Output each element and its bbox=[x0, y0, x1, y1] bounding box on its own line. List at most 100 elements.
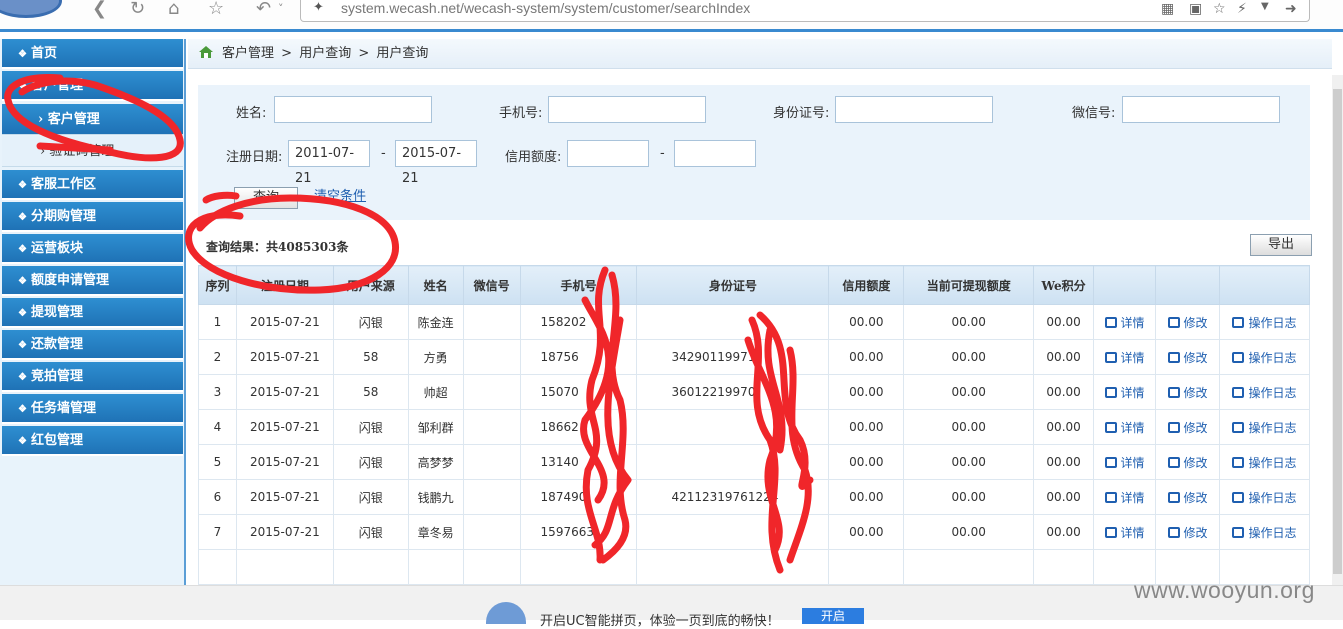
uc-enable-button[interactable]: 开启 bbox=[802, 608, 864, 624]
detail-link[interactable]: 详情 bbox=[1104, 386, 1145, 400]
edit-link[interactable]: 修改 bbox=[1167, 526, 1208, 540]
detail-link[interactable]: 详情 bbox=[1104, 350, 1145, 365]
scrollbar-thumb[interactable] bbox=[1333, 89, 1342, 574]
sidebar-item-installment[interactable]: ❖ 分期购管理 bbox=[2, 202, 183, 232]
operation-log-link[interactable]: 操作日志 bbox=[1232, 455, 1297, 470]
date-to-input[interactable]: 2015-07-21 bbox=[395, 140, 477, 186]
table-cell: 00.00 bbox=[828, 479, 905, 515]
breadcrumb-item[interactable]: 客户管理 bbox=[222, 46, 274, 61]
pencil-icon bbox=[1167, 386, 1180, 398]
table-cell: 13140 bbox=[519, 444, 638, 480]
export-button[interactable]: 导出 bbox=[1250, 234, 1312, 256]
table-cell: 2015-07-21 bbox=[235, 409, 334, 445]
detail-link[interactable]: 详情 bbox=[1104, 491, 1145, 505]
date-from-input[interactable]: 2011-07-21 bbox=[288, 140, 370, 186]
credit-min-input[interactable] bbox=[567, 140, 649, 167]
address-bar[interactable]: ✦ system.wecash.net/wecash-system/system… bbox=[300, 0, 1310, 22]
table-cell: 36012219970 bbox=[636, 374, 830, 410]
search-panel: 姓名: 手机号: 身份证号: 微信号: 注册日期: 2011-07-21 - 2… bbox=[198, 85, 1310, 220]
table-cell: 操作日志 bbox=[1218, 444, 1311, 480]
edit-link[interactable]: 修改 bbox=[1167, 420, 1208, 435]
id-number-input[interactable] bbox=[835, 96, 993, 123]
browser-toolbar: ❮ ↻ ⌂ ☆ ↶ ˅ ✦ system.wecash.net/wecash-s… bbox=[0, 0, 1343, 32]
log-icon bbox=[1232, 491, 1245, 503]
detail-link[interactable]: 详情 bbox=[1104, 421, 1145, 435]
sidebar-item-taskwall[interactable]: ❖ 任务墙管理 bbox=[2, 394, 183, 424]
breadcrumb-sep: > bbox=[358, 46, 370, 61]
table-cell: 章冬易 bbox=[407, 514, 464, 550]
table-cell: 详情 bbox=[1093, 514, 1157, 550]
home-icon[interactable]: ⌂ bbox=[168, 0, 179, 20]
sidebar-item-service[interactable]: ❖ 客服工作区 bbox=[2, 170, 183, 200]
sidebar-item-label: 客户管理 bbox=[47, 112, 100, 127]
forward-icon[interactable]: ➜ bbox=[1285, 1, 1297, 17]
column-header: 当前可提现额度 bbox=[903, 265, 1035, 305]
back-icon[interactable]: ❮ bbox=[92, 0, 107, 20]
table-cell bbox=[636, 444, 830, 480]
operation-log-link-label: 操作日志 bbox=[1248, 455, 1297, 470]
sidebar-subitem-captcha[interactable]: › 验证码管理 bbox=[2, 136, 183, 167]
column-header: 注册日期 bbox=[235, 265, 334, 305]
name-input[interactable] bbox=[274, 96, 432, 123]
undo-icon[interactable]: ↶ bbox=[256, 0, 271, 20]
wechat-input[interactable] bbox=[1122, 96, 1280, 123]
edit-link[interactable]: 修改 bbox=[1167, 351, 1208, 365]
name-label: 姓名: bbox=[236, 106, 267, 121]
table-cell: 帅超 bbox=[407, 374, 464, 410]
detail-link[interactable]: 详情 bbox=[1104, 315, 1145, 330]
star-icon[interactable]: ☆ bbox=[1213, 1, 1226, 17]
table-cell: 1 bbox=[198, 304, 237, 340]
sidebar-item-home[interactable]: ❖ 首页 bbox=[2, 39, 183, 69]
sidebar-item-withdraw[interactable]: ❖ 提现管理 bbox=[2, 298, 183, 328]
table-row: 7 2015-07-21 闪银 章冬易 1597663 00.00 00.00 00.00 详情… bbox=[198, 514, 1311, 550]
edit-link[interactable]: 修改 bbox=[1167, 385, 1208, 400]
edit-link[interactable]: 修改 bbox=[1167, 491, 1208, 505]
log-icon bbox=[1232, 316, 1245, 328]
detail-link-label: 详情 bbox=[1120, 315, 1145, 330]
sidebar-item-repayment[interactable]: ❖ 还款管理 bbox=[2, 330, 183, 360]
sidebar-item-credit-apply[interactable]: ❖ 额度申请管理 bbox=[2, 266, 183, 296]
table-cell: 00.00 bbox=[828, 444, 905, 480]
operation-log-link[interactable]: 操作日志 bbox=[1232, 386, 1297, 400]
phone-input[interactable] bbox=[548, 96, 706, 123]
operation-log-link[interactable]: 操作日志 bbox=[1232, 351, 1297, 365]
star-icon[interactable]: ☆ bbox=[208, 0, 224, 20]
table-cell: 00.00 bbox=[828, 374, 905, 410]
lightning-icon[interactable]: ⚡ bbox=[1237, 1, 1247, 17]
sidebar-item-redpacket[interactable]: ❖ 红包管理 bbox=[2, 426, 183, 456]
edit-link[interactable]: 修改 bbox=[1167, 456, 1208, 470]
detail-link[interactable]: 详情 bbox=[1104, 456, 1145, 470]
sidebar: ❖ 首页 ❖ 客户管理 › 客户管理 › 验证码管理 ❖ 客服工作区 ❖ 分期购管理 ❖… bbox=[0, 39, 186, 585]
credit-max-input[interactable] bbox=[674, 140, 756, 167]
column-header bbox=[1093, 265, 1157, 305]
detail-link[interactable]: 详情 bbox=[1104, 526, 1145, 540]
clear-conditions-link[interactable]: 清空条件 bbox=[314, 187, 366, 207]
edit-link-label: 修改 bbox=[1183, 420, 1208, 435]
table-cell: 闪银 bbox=[332, 514, 409, 550]
qr-icon[interactable]: ▦ bbox=[1161, 1, 1174, 17]
chevron-down-icon[interactable]: ˅ bbox=[278, 0, 284, 20]
table-cell: 邹利群 bbox=[407, 409, 464, 445]
table-cell: 陈金连 bbox=[407, 304, 464, 340]
vertical-scrollbar[interactable] bbox=[1332, 75, 1343, 585]
breadcrumb-item[interactable]: 用户查询 bbox=[299, 46, 351, 61]
operation-log-link[interactable]: 操作日志 bbox=[1232, 316, 1297, 330]
detail-link-label: 详情 bbox=[1120, 350, 1145, 365]
table-cell: 2015-07-21 bbox=[235, 514, 334, 550]
address-url[interactable]: system.wecash.net/wecash-system/system/c… bbox=[341, 0, 750, 16]
query-button[interactable]: 查询 bbox=[234, 187, 298, 209]
edit-link-label: 修改 bbox=[1183, 385, 1208, 400]
operation-log-link[interactable]: 操作日志 bbox=[1232, 526, 1297, 540]
reader-icon[interactable]: ▣ bbox=[1189, 1, 1202, 17]
refresh-icon[interactable]: ↻ bbox=[130, 0, 145, 20]
table-cell bbox=[636, 514, 830, 550]
sidebar-item-customer[interactable]: ❖ 客户管理 bbox=[2, 71, 183, 101]
sidebar-item-operations[interactable]: ❖ 运营板块 bbox=[2, 234, 183, 264]
sidebar-subitem-customer[interactable]: › 客户管理 bbox=[2, 104, 183, 135]
table-cell bbox=[462, 339, 521, 375]
operation-log-link[interactable]: 操作日志 bbox=[1232, 421, 1297, 435]
chevron-down-icon[interactable]: ▼ bbox=[1261, 1, 1269, 12]
operation-log-link[interactable]: 操作日志 bbox=[1232, 491, 1297, 505]
edit-link[interactable]: 修改 bbox=[1167, 316, 1208, 330]
sidebar-item-auction[interactable]: ❖ 竞拍管理 bbox=[2, 362, 183, 392]
